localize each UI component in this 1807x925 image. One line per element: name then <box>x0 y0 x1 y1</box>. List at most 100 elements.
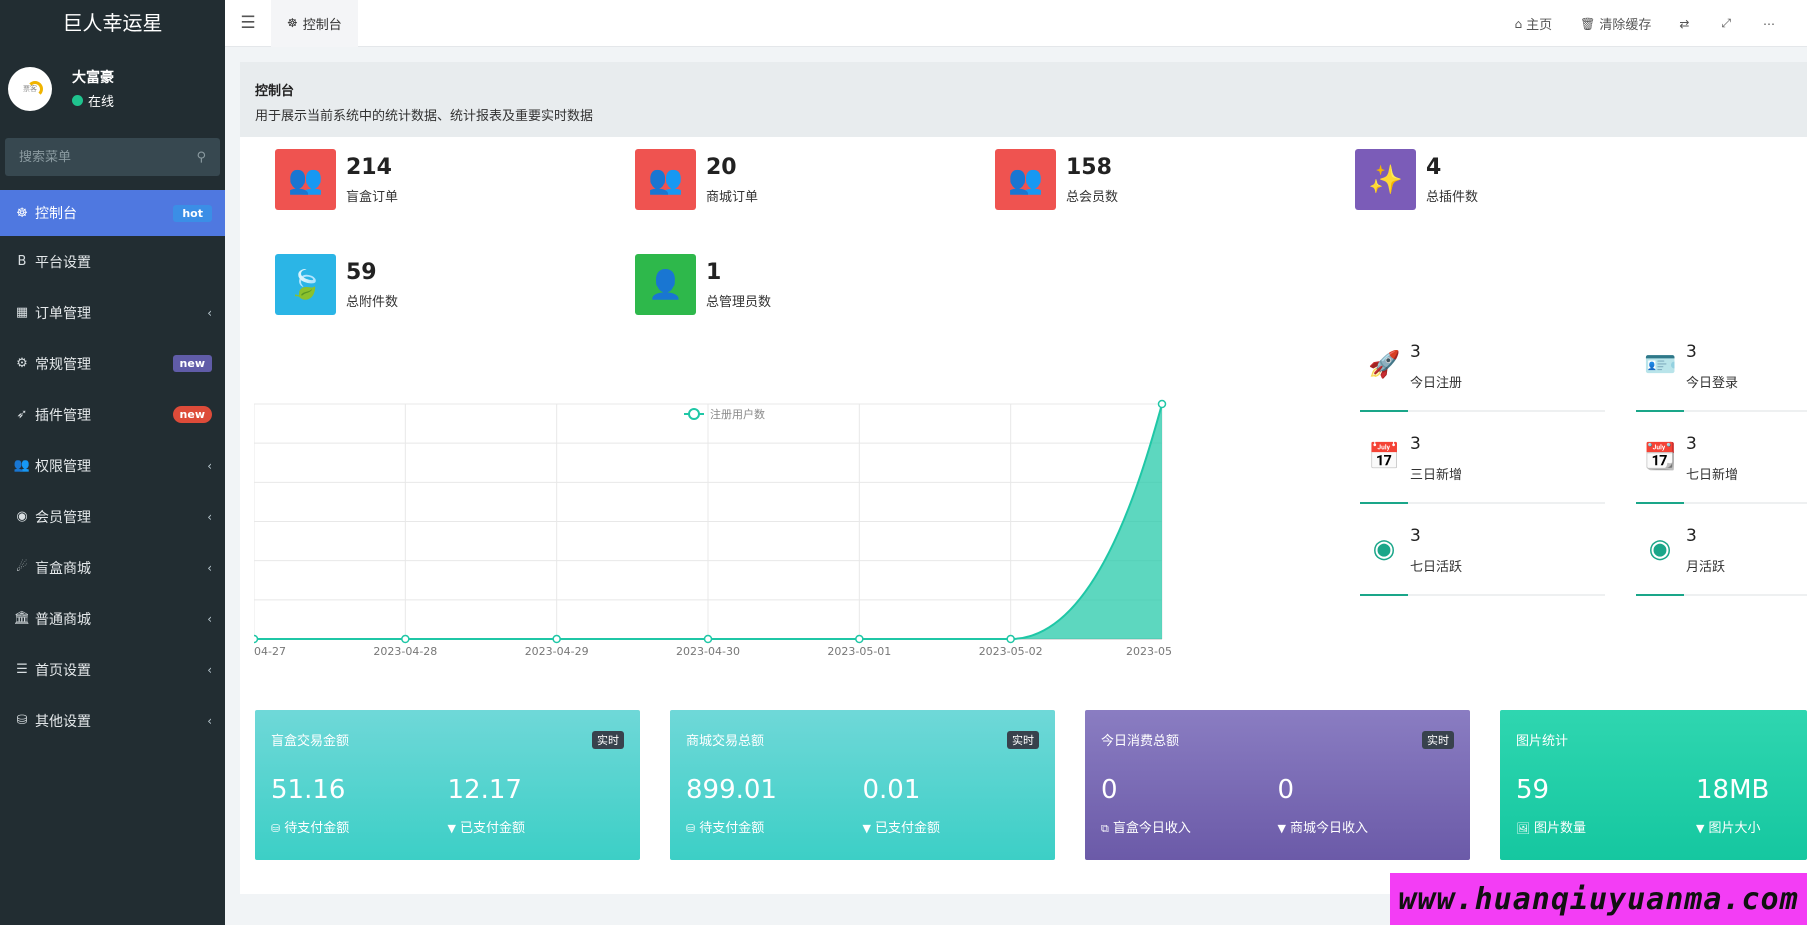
sidebar-item-7[interactable]: ☄ 盲盒商城 ‹ <box>0 542 225 593</box>
user-status-label: 在线 <box>88 95 115 110</box>
mini-stat-label: 七日新增 <box>1686 468 1739 483</box>
cogs-icon: ⚙ <box>16 356 28 371</box>
sidebar-item-10[interactable]: ⛁ 其他设置 ‹ <box>0 695 225 746</box>
data-point[interactable] <box>552 634 561 644</box>
chevron-left-icon: ‹ <box>207 662 212 677</box>
sidebar-item-label: 盲盒商城 <box>35 560 91 577</box>
sidebar-item-5[interactable]: 👥 权限管理 ‹ <box>0 440 225 491</box>
tab-label: 控制台 <box>302 17 342 33</box>
sidebar-item-label: 平台设置 <box>35 254 91 271</box>
card-sub-label: 商城今日收入 <box>1289 821 1368 836</box>
mini-stat-bar <box>1636 410 1807 412</box>
sidebar-item-label: 订单管理 <box>35 305 91 322</box>
menu-badge: new <box>172 355 212 372</box>
more-icon: ⋯ <box>1763 16 1775 31</box>
page-description: 用于展示当前系统中的统计数据、统计报表及重要实时数据 <box>255 109 594 124</box>
card-sub-label: 待支付金额 <box>699 821 765 836</box>
sidebar-item-0[interactable]: ☸ 控制台 hot <box>0 190 225 236</box>
top-nav-fullscreen[interactable]: ⤢ <box>1721 16 1735 31</box>
mini-stat-label: 今日登录 <box>1686 376 1739 391</box>
dashboard-icon: ☸ <box>16 205 28 221</box>
stat-label: 商城订单 <box>706 189 759 205</box>
users-icon: 👥 <box>635 149 696 210</box>
x-tick-label: 2023-04-29 <box>525 645 589 658</box>
brand-title[interactable]: 巨人幸运星 <box>0 0 225 43</box>
chevron-left-icon: ‹ <box>207 560 212 575</box>
translate-icon: ⇄ <box>1679 16 1690 31</box>
sidebar-item-label: 权限管理 <box>35 458 91 475</box>
menu-search-input[interactable] <box>19 149 169 165</box>
card-sub-label: 图片大小 <box>1708 821 1761 836</box>
card-value: 18MB <box>1696 775 1770 805</box>
database-icon: ⛁ <box>686 822 696 835</box>
data-point[interactable] <box>401 634 410 644</box>
chevron-left-icon: ‹ <box>207 458 212 473</box>
sidebar-item-label: 插件管理 <box>35 407 91 424</box>
stat-label: 总管理员数 <box>706 294 772 310</box>
leaf-icon: 🍃 <box>275 254 336 315</box>
sidebar-item-label: 其他设置 <box>35 713 91 730</box>
data-point[interactable] <box>254 634 259 644</box>
sidebar-item-9[interactable]: ☰ 首页设置 ‹ <box>0 644 225 695</box>
x-tick-label: 2023-05-02 <box>979 645 1043 658</box>
top-nav-more[interactable]: ⋯ <box>1763 17 1779 31</box>
realtime-badge: 实时 <box>592 730 624 749</box>
stat-value: 158 <box>1066 154 1112 180</box>
top-nav-translate[interactable]: ⇄ <box>1679 17 1693 31</box>
mini-stat-label: 今日注册 <box>1410 376 1463 391</box>
filter-icon: ▼ <box>1277 822 1286 835</box>
top-nav-trash[interactable]: 🗑 清除缓存 <box>1580 14 1651 34</box>
sidebar-item-6[interactable]: ◉ 会员管理 ‹ <box>0 491 225 542</box>
users-icon: 👥 <box>995 149 1056 210</box>
database-icon: ⛁ <box>16 713 28 728</box>
tab-dashboard[interactable]: ☸ 控制台 <box>271 0 358 47</box>
mini-stat-bar <box>1636 502 1807 504</box>
user-circle-icon: ◉ <box>1372 534 1396 564</box>
dashboard-icon: ☸ <box>287 16 298 30</box>
data-point[interactable] <box>703 634 713 644</box>
summary-card: 盲盒交易金额 实时 51.16 ⛁ 待支付金额 12.17 ▼ 已支付金额 <box>255 710 640 860</box>
sidebar-item-1[interactable]: B 平台设置 <box>0 236 225 287</box>
sidebar-item-label: 控制台 <box>35 206 77 222</box>
mini-stat-value: 3 <box>1410 526 1421 546</box>
mini-stat-bar <box>1360 410 1605 412</box>
stat-label: 总插件数 <box>1426 189 1479 205</box>
sidebar-menu: ☸ 控制台 hot B 平台设置 ▦ 订单管理 ‹ ⚙ 常规管理 new ➶ 插件管理 new 👥 权限管理 ‹… <box>0 190 225 746</box>
group-icon: 👥 <box>13 458 31 473</box>
card-sub-label: 已支付金额 <box>874 821 940 836</box>
data-point[interactable] <box>1157 399 1167 409</box>
mini-stat-value: 3 <box>1686 342 1697 362</box>
mini-stat: ◉ 3 七日活跃 <box>1360 526 1605 596</box>
realtime-badge: 实时 <box>1422 730 1454 749</box>
sidebar-item-2[interactable]: ▦ 订单管理 ‹ <box>0 287 225 338</box>
mini-stat-value: 3 <box>1686 434 1697 454</box>
sidebar-item-8[interactable]: 🏛 普通商城 ‹ <box>0 593 225 644</box>
chevron-left-icon: ‹ <box>207 611 212 626</box>
data-point[interactable] <box>855 634 864 644</box>
user-circle-icon: ◉ <box>16 509 28 524</box>
sidebar-toggle-icon[interactable]: ☰ <box>225 13 271 33</box>
mini-stat: ◉ 3 月活跃 <box>1636 526 1807 596</box>
legend-marker[interactable] <box>688 408 700 420</box>
sidebar-item-3[interactable]: ⚙ 常规管理 new <box>0 338 225 389</box>
search-icon[interactable]: ⚲ <box>196 150 206 165</box>
top-right-nav: ⌂ 主页 🗑 清除缓存 ⇄ ⤢ ⋯ <box>1514 0 1807 47</box>
stat-value: 59 <box>346 259 377 285</box>
filter-icon: ▼ <box>862 822 871 835</box>
realtime-badge: 实时 <box>1007 730 1039 749</box>
mini-stat-bar <box>1636 594 1807 596</box>
stat-box: 👤 1 总管理员数 <box>635 254 771 315</box>
card-value: 59 <box>1516 775 1550 805</box>
sidebar-item-4[interactable]: ➶ 插件管理 new <box>0 389 225 440</box>
stat-box: 👥 20 商城订单 <box>635 149 758 210</box>
top-nav-home[interactable]: ⌂ 主页 <box>1514 14 1552 34</box>
card-sub-label: 图片数量 <box>1533 821 1586 836</box>
stat-value: 20 <box>706 154 737 180</box>
filter-icon: ▼ <box>447 822 456 835</box>
users-icon: 👥 <box>275 149 336 210</box>
home-icon: ⌂ <box>1514 16 1523 31</box>
data-point[interactable] <box>1006 634 1015 644</box>
sidebar-item-label: 常规管理 <box>35 356 91 373</box>
stat-box: 👥 214 盲盒订单 <box>275 149 398 210</box>
mini-stat: 📅 3 三日新增 <box>1360 434 1605 504</box>
